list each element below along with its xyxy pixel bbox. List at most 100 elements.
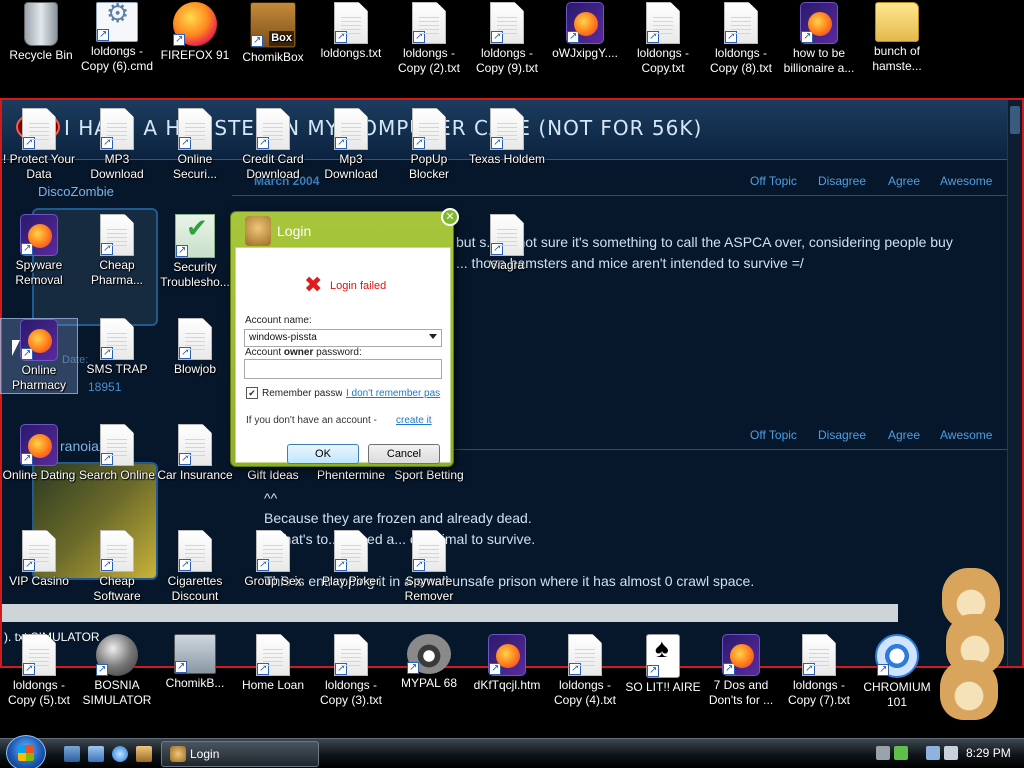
- desktop-icon-label: Online Securi...: [172, 152, 217, 181]
- post-username[interactable]: DiscoZombie: [38, 184, 114, 199]
- show-desktop-icon[interactable]: [64, 746, 80, 762]
- desktop-icon[interactable]: loldongs - Copy (4).txt: [546, 634, 624, 708]
- desktop-icon[interactable]: PopUp Blocker: [390, 108, 468, 182]
- vertical-scrollbar[interactable]: [1007, 100, 1022, 666]
- desktop-icon-label: SMS TRAP: [86, 362, 148, 376]
- desktop-icon[interactable]: Search Online: [78, 424, 156, 483]
- create-account-link[interactable]: create it: [396, 415, 432, 426]
- internet-explorer-icon[interactable]: [112, 746, 128, 762]
- chevron-down-icon[interactable]: [429, 334, 437, 339]
- shortcut-arrow-icon: [101, 135, 113, 150]
- shortcut-arrow-icon: [101, 557, 113, 572]
- desktop-icon-label: Cheap Pharma...: [90, 258, 144, 287]
- desktop-icon[interactable]: Texas Holdem: [468, 108, 546, 167]
- volume-muted-icon[interactable]: [944, 746, 958, 760]
- rate-agree-link[interactable]: Agree: [888, 174, 920, 188]
- rate-off-topic-link[interactable]: Off Topic: [750, 428, 797, 442]
- rate-agree-link[interactable]: Agree: [888, 428, 920, 442]
- desktop-icon[interactable]: Blowjob: [156, 318, 234, 377]
- desktop-icon[interactable]: Group Sex: [234, 530, 312, 589]
- shortcut-arrow-icon: [96, 662, 108, 677]
- desktop-icon[interactable]: Home Loan: [234, 634, 312, 693]
- account-name-select[interactable]: windows-pissta: [244, 329, 442, 347]
- forgot-password-link[interactable]: I don't remember pas: [346, 388, 442, 399]
- desktop-icon[interactable]: Online Securi...: [156, 108, 234, 182]
- tray-app-icon[interactable]: [876, 746, 890, 760]
- desktop-icon[interactable]: MP3 Download: [78, 108, 156, 182]
- desktop-icon[interactable]: bunch of hamste...: [858, 2, 936, 74]
- remember-password-checkbox[interactable]: ✔: [246, 387, 258, 399]
- desktop-icon-label: ChomikB...: [165, 676, 225, 690]
- desktop-icon-label: FIREFOX 91: [160, 48, 230, 62]
- desktop-icon[interactable]: dKfTqcjl.htm: [468, 634, 546, 693]
- desktop-icon[interactable]: VIP Casino: [0, 530, 78, 589]
- text-file-icon: [178, 530, 212, 572]
- desktop-icon[interactable]: Cheap Software: [78, 530, 156, 604]
- network-icon[interactable]: [926, 746, 940, 760]
- desktop-icon[interactable]: loldongs - Copy (6).cmd: [78, 2, 156, 74]
- hamster-mascots[interactable]: [936, 562, 1008, 720]
- desktop-icon[interactable]: Cheap Pharma...: [78, 214, 156, 288]
- shortcut-arrow-icon: [335, 661, 347, 676]
- desktop-icon[interactable]: CHROMIUM 101: [858, 634, 936, 710]
- rate-awesome-link[interactable]: Awesome: [940, 174, 992, 188]
- rate-off-topic-link[interactable]: Off Topic: [750, 174, 797, 188]
- ok-button[interactable]: OK: [287, 444, 359, 464]
- desktop-icon[interactable]: Online Pharmacy: [0, 318, 78, 394]
- desktop-icon[interactable]: Recycle Bin: [2, 2, 80, 63]
- desktop-icon[interactable]: ChomikB...: [156, 634, 234, 691]
- desktop-icon[interactable]: how to be billionaire a...: [780, 2, 858, 76]
- desktop-icon[interactable]: BOSNIA SIMULATOR: [78, 634, 156, 708]
- start-button[interactable]: [6, 735, 46, 768]
- desktop-icon[interactable]: Box ChomikBox: [234, 2, 312, 65]
- desktop-icon[interactable]: Security Troublesho...: [156, 214, 234, 290]
- switch-windows-icon[interactable]: [88, 746, 104, 762]
- desktop-icon[interactable]: FIREFOX 91: [156, 2, 234, 63]
- desktop-icon[interactable]: MYPAL 68: [390, 634, 468, 691]
- scrollbar-thumb[interactable]: [1010, 106, 1020, 134]
- desktop-icon[interactable]: loldongs - Copy (5).txt: [0, 634, 78, 708]
- desktop-icon[interactable]: Car Insurance: [156, 424, 234, 483]
- rate-disagree-link[interactable]: Disagree: [818, 174, 866, 188]
- desktop-icon[interactable]: Spyware Remover: [390, 530, 468, 604]
- chomikbox-icon[interactable]: [136, 746, 152, 762]
- taskbar-clock[interactable]: 8:29 PM: [966, 746, 1011, 760]
- desktop-icon[interactable]: loldongs - Copy (7).txt: [780, 634, 858, 708]
- shortcut-arrow-icon: [179, 557, 191, 572]
- cancel-button[interactable]: Cancel: [368, 444, 440, 464]
- desktop-icon[interactable]: Play Poker: [312, 530, 390, 589]
- desktop-icon[interactable]: Credit Card Download: [234, 108, 312, 182]
- desktop-icon[interactable]: 7 Dos and Don'ts for ...: [702, 634, 780, 708]
- desktop-icon[interactable]: Mp3 Download: [312, 108, 390, 182]
- no-account-text: If you don't have an account -: [246, 415, 377, 426]
- desktop-icon[interactable]: Spyware Removal: [0, 214, 78, 288]
- close-button[interactable]: ✕: [441, 208, 459, 226]
- desktop-icon[interactable]: Cigarettes Discount: [156, 530, 234, 604]
- desktop-icon[interactable]: SMS TRAP: [78, 318, 156, 377]
- system-tray: 8:29 PM: [870, 741, 1024, 767]
- desktop-icon[interactable]: loldongs - Copy.txt: [624, 2, 702, 76]
- rate-disagree-link[interactable]: Disagree: [818, 428, 866, 442]
- desktop-icon[interactable]: Online Dating: [0, 424, 78, 483]
- password-label: Account owner password:: [245, 347, 362, 358]
- text-file-icon: [256, 634, 290, 676]
- desktop-icon[interactable]: Viagra: [468, 214, 546, 273]
- desktop-icon[interactable]: loldongs.txt: [312, 2, 390, 61]
- horizontal-scrollbar[interactable]: [2, 604, 898, 622]
- password-input[interactable]: [244, 359, 442, 379]
- rate-awesome-link[interactable]: Awesome: [940, 428, 992, 442]
- desktop-icon[interactable]: loldongs - Copy (9).txt: [468, 2, 546, 76]
- desktop-icon[interactable]: oWJxipgY....: [546, 2, 624, 61]
- desktop-icon-label: dKfTqcjl.htm: [473, 678, 541, 692]
- recycle-bin-icon: [24, 2, 58, 46]
- desktop-icon[interactable]: loldongs - Copy (3).txt: [312, 634, 390, 708]
- login-dialog[interactable]: Login ✕ ✖ Login failed Account name: win…: [230, 208, 459, 467]
- hamster-icon[interactable]: [940, 660, 998, 720]
- tray-security-icon[interactable]: [894, 746, 908, 760]
- desktop-icon[interactable]: loldongs - Copy (2).txt: [390, 2, 468, 76]
- desktop-icon[interactable]: SO LIT!! AIRE: [624, 634, 702, 695]
- taskbar-login-button[interactable]: Login: [161, 741, 319, 767]
- desktop-icon[interactable]: ! Protect Your Data: [0, 108, 78, 182]
- desktop-icon-label: VIP Casino: [9, 574, 69, 588]
- desktop-icon[interactable]: loldongs - Copy (8).txt: [702, 2, 780, 76]
